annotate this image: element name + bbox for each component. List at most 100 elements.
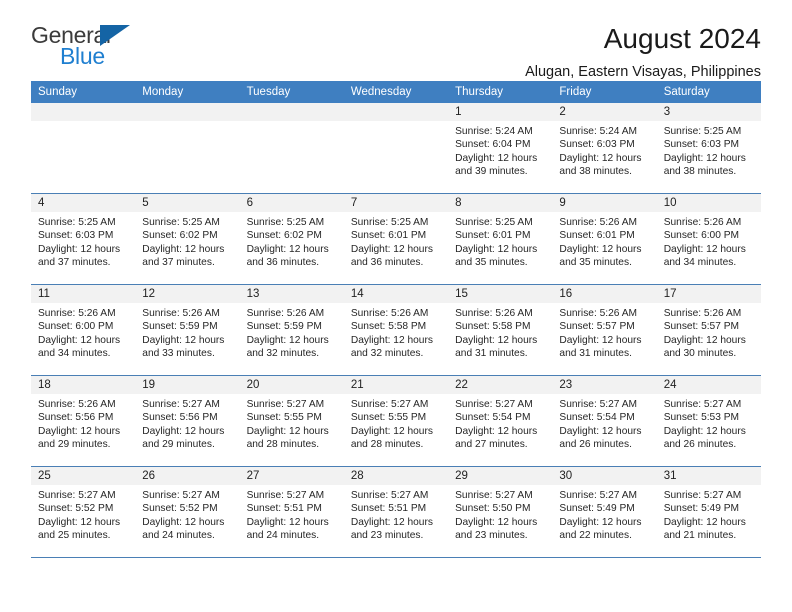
calendar-day-cell[interactable]: 18 Sunrise: 5:26 AM Sunset: 5:56 PM Dayligh… (31, 375, 136, 467)
sunrise-text: Sunrise: 5:25 AM (142, 217, 220, 228)
daylight-text-line1: Daylight: 12 hours (350, 243, 433, 255)
daylight-text-line1: Daylight: 12 hours (559, 334, 642, 346)
sunrise-text: Sunrise: 5:26 AM (350, 308, 429, 319)
daylight-text-line1: Daylight: 12 hours (350, 516, 433, 528)
calendar-page: General Blue August 2024 Alugan, Eastern… (0, 0, 792, 612)
day-cell-inner: 16 Sunrise: 5:26 AM Sunset: 5:57 PM Dayligh… (552, 285, 657, 375)
weekday-header-friday: Friday (552, 81, 657, 103)
calendar-day-cell[interactable]: 31 Sunrise: 5:27 AM Sunset: 5:49 PM Dayligh… (656, 466, 761, 558)
daylight-text-line2: and 33 minutes. (142, 348, 215, 360)
day-number (343, 103, 449, 121)
day-cell-inner: 12 Sunrise: 5:26 AM Sunset: 5:59 PM Dayligh… (135, 285, 240, 375)
daylight-text-line1: Daylight: 12 hours (38, 334, 121, 346)
day-cell-inner: 5 Sunrise: 5:25 AM Sunset: 6:02 PM Daylight… (135, 194, 240, 284)
calendar-day-cell[interactable]: 24 Sunrise: 5:27 AM Sunset: 5:53 PM Dayligh… (656, 375, 761, 467)
calendar-day-cell[interactable]: 15 Sunrise: 5:26 AM Sunset: 5:58 PM Dayligh… (448, 284, 553, 376)
day-cell-inner: 6 Sunrise: 5:25 AM Sunset: 6:02 PM Daylight… (239, 194, 344, 284)
day-number: 7 (343, 194, 449, 212)
calendar-day-cell[interactable]: 11 Sunrise: 5:26 AM Sunset: 6:00 PM Dayligh… (31, 284, 136, 376)
day-number: 10 (656, 194, 761, 212)
weekday-header-thursday: Thursday (448, 81, 553, 103)
sunrise-text: Sunrise: 5:26 AM (455, 308, 533, 319)
calendar-day-cell[interactable]: 16 Sunrise: 5:26 AM Sunset: 5:57 PM Dayligh… (552, 284, 657, 376)
day-details: Sunrise: 5:25 AM Sunset: 6:02 PM Daylight:… (135, 212, 239, 270)
calendar-day-cell[interactable]: 10 Sunrise: 5:26 AM Sunset: 6:00 PM Dayligh… (656, 193, 761, 285)
page-header: General Blue August 2024 Alugan, Eastern… (31, 0, 761, 80)
calendar-day-cell[interactable]: 20 Sunrise: 5:27 AM Sunset: 5:55 PM Dayligh… (239, 375, 344, 467)
daylight-text-line1: Daylight: 12 hours (455, 516, 538, 528)
calendar-day-cell[interactable]: 9 Sunrise: 5:26 AM Sunset: 6:01 PM Daylight… (552, 193, 657, 285)
calendar-day-cell[interactable]: 13 Sunrise: 5:26 AM Sunset: 5:59 PM Dayligh… (239, 284, 344, 376)
sunrise-text: Sunrise: 5:27 AM (350, 490, 429, 501)
daylight-text-line2: and 23 minutes. (350, 530, 424, 542)
sunset-text: Sunset: 5:51 PM (350, 503, 427, 515)
calendar-day-cell[interactable]: 6 Sunrise: 5:25 AM Sunset: 6:02 PM Daylight… (239, 193, 344, 285)
sunset-text: Sunset: 5:52 PM (142, 503, 218, 515)
daylight-text-line2: and 21 minutes. (663, 530, 737, 542)
calendar-day-cell[interactable]: 12 Sunrise: 5:26 AM Sunset: 5:59 PM Dayligh… (135, 284, 240, 376)
day-cell-inner: 2 Sunrise: 5:24 AM Sunset: 6:03 PM Daylight… (552, 103, 657, 193)
calendar-day-cell[interactable]: 23 Sunrise: 5:27 AM Sunset: 5:54 PM Dayligh… (552, 375, 657, 467)
daylight-text-line2: and 34 minutes. (38, 348, 111, 360)
day-number: 4 (31, 194, 136, 212)
daylight-text-line2: and 32 minutes. (350, 348, 424, 360)
calendar-day-cell[interactable]: 17 Sunrise: 5:26 AM Sunset: 5:57 PM Dayligh… (656, 284, 761, 376)
sunrise-text: Sunrise: 5:27 AM (246, 490, 325, 501)
calendar-day-cell[interactable]: 29 Sunrise: 5:27 AM Sunset: 5:50 PM Dayligh… (448, 466, 553, 558)
calendar-day-cell[interactable]: 5 Sunrise: 5:25 AM Sunset: 6:02 PM Daylight… (135, 193, 240, 285)
day-number: 27 (239, 467, 344, 485)
daylight-text-line2: and 35 minutes. (455, 257, 528, 269)
sunrise-text: Sunrise: 5:27 AM (38, 490, 116, 501)
daylight-text-line2: and 36 minutes. (246, 257, 320, 269)
daylight-text-line2: and 28 minutes. (350, 439, 424, 451)
sunset-text: Sunset: 5:56 PM (38, 412, 114, 424)
calendar-empty-cell (31, 103, 136, 194)
calendar-day-cell[interactable]: 3 Sunrise: 5:25 AM Sunset: 6:03 PM Daylight… (656, 103, 761, 194)
sunset-text: Sunset: 5:49 PM (663, 503, 740, 515)
day-number (135, 103, 240, 121)
sunrise-text: Sunrise: 5:25 AM (663, 126, 742, 137)
sunset-text: Sunset: 6:01 PM (350, 230, 427, 242)
day-cell-inner: 29 Sunrise: 5:27 AM Sunset: 5:50 PM Dayligh… (448, 467, 553, 557)
calendar-day-cell[interactable]: 4 Sunrise: 5:25 AM Sunset: 6:03 PM Daylight… (31, 193, 136, 285)
day-number: 14 (343, 285, 449, 303)
calendar-day-cell[interactable]: 2 Sunrise: 5:24 AM Sunset: 6:03 PM Daylight… (552, 103, 657, 194)
day-number: 26 (135, 467, 240, 485)
calendar-day-cell[interactable]: 22 Sunrise: 5:27 AM Sunset: 5:54 PM Dayligh… (448, 375, 553, 467)
calendar-day-cell[interactable]: 28 Sunrise: 5:27 AM Sunset: 5:51 PM Dayligh… (343, 466, 449, 558)
location-subtitle: Alugan, Eastern Visayas, Philippines (525, 64, 761, 80)
daylight-text-line2: and 29 minutes. (142, 439, 215, 451)
calendar-day-cell[interactable]: 27 Sunrise: 5:27 AM Sunset: 5:51 PM Dayligh… (239, 466, 344, 558)
sunrise-text: Sunrise: 5:26 AM (38, 308, 116, 319)
calendar-day-cell[interactable]: 1 Sunrise: 5:24 AM Sunset: 6:04 PM Daylight… (448, 103, 553, 194)
calendar-day-cell[interactable]: 8 Sunrise: 5:25 AM Sunset: 6:01 PM Daylight… (448, 193, 553, 285)
day-number: 13 (239, 285, 344, 303)
calendar-week-row: 4 Sunrise: 5:25 AM Sunset: 6:03 PM Daylight… (31, 193, 761, 285)
daylight-text-line2: and 37 minutes. (142, 257, 215, 269)
day-details: Sunrise: 5:25 AM Sunset: 6:02 PM Daylight:… (240, 212, 344, 270)
calendar-day-cell[interactable]: 25 Sunrise: 5:27 AM Sunset: 5:52 PM Dayligh… (31, 466, 136, 558)
daylight-text-line1: Daylight: 12 hours (246, 425, 329, 437)
daylight-text-line2: and 32 minutes. (246, 348, 320, 360)
calendar-week-row: 1 Sunrise: 5:24 AM Sunset: 6:04 PM Daylight… (31, 103, 761, 194)
day-number: 1 (448, 103, 553, 121)
day-cell-inner: 14 Sunrise: 5:26 AM Sunset: 5:58 PM Dayligh… (343, 285, 449, 375)
sunset-text: Sunset: 6:02 PM (142, 230, 218, 242)
daylight-text-line2: and 31 minutes. (455, 348, 528, 360)
day-details: Sunrise: 5:27 AM Sunset: 5:56 PM Daylight:… (135, 394, 239, 452)
calendar-day-cell[interactable]: 26 Sunrise: 5:27 AM Sunset: 5:52 PM Dayligh… (135, 466, 240, 558)
calendar-day-cell[interactable]: 14 Sunrise: 5:26 AM Sunset: 5:58 PM Dayligh… (343, 284, 449, 376)
sunrise-text: Sunrise: 5:26 AM (663, 308, 742, 319)
calendar-day-cell[interactable]: 30 Sunrise: 5:27 AM Sunset: 5:49 PM Dayligh… (552, 466, 657, 558)
daylight-text-line2: and 27 minutes. (455, 439, 528, 451)
brand-logo[interactable]: General Blue (31, 22, 151, 70)
day-details: Sunrise: 5:27 AM Sunset: 5:54 PM Daylight:… (552, 394, 656, 452)
daylight-text-line2: and 37 minutes. (38, 257, 111, 269)
calendar-day-cell[interactable]: 7 Sunrise: 5:25 AM Sunset: 6:01 PM Daylight… (343, 193, 449, 285)
day-cell-inner: 9 Sunrise: 5:26 AM Sunset: 6:01 PM Daylight… (552, 194, 657, 284)
calendar-day-cell[interactable]: 19 Sunrise: 5:27 AM Sunset: 5:56 PM Dayligh… (135, 375, 240, 467)
calendar-day-cell[interactable]: 21 Sunrise: 5:27 AM Sunset: 5:55 PM Dayligh… (343, 375, 449, 467)
day-details: Sunrise: 5:24 AM Sunset: 6:03 PM Daylight:… (552, 121, 656, 179)
weekday-header-row: Sunday Monday Tuesday Wednesday Thursday… (31, 81, 761, 103)
day-details: Sunrise: 5:27 AM Sunset: 5:51 PM Daylight:… (344, 485, 448, 543)
